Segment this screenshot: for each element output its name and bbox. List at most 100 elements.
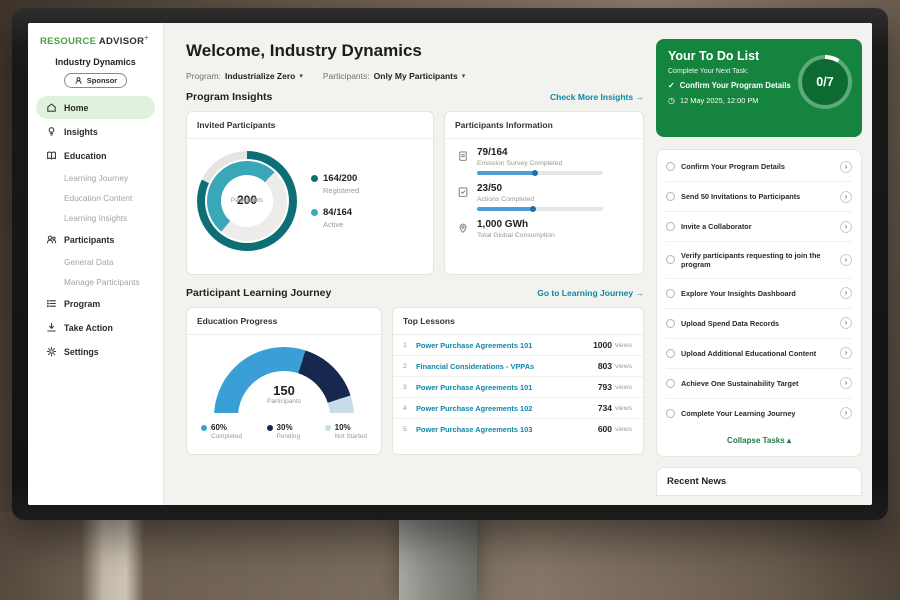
task-row[interactable]: Complete Your Learning Journey ›	[666, 399, 852, 428]
task-row[interactable]: Send 50 Invitations to Participants ›	[666, 182, 852, 212]
lesson-row[interactable]: 3 Power Purchase Agreements 101 793 view…	[393, 377, 643, 398]
chevron-right-icon[interactable]: ›	[840, 254, 852, 266]
lesson-views: 1000	[593, 340, 612, 350]
education-card-title: Education Progress	[187, 308, 381, 335]
chevron-right-icon[interactable]: ›	[840, 287, 852, 299]
monitor-bezel: RESOURCE ADVISOR+ Industry Dynamics Spon…	[12, 8, 888, 520]
go-to-learning-link[interactable]: Go to Learning Journey →	[537, 288, 644, 298]
sidebar-item-education[interactable]: Education	[36, 144, 155, 167]
task-row[interactable]: Verify participants requesting to join t…	[666, 242, 852, 279]
sidebar-item-home[interactable]: Home	[36, 96, 155, 119]
task-label: Achieve One Sustainability Target	[681, 379, 834, 388]
chevron-right-icon[interactable]: ›	[840, 407, 852, 419]
lesson-row[interactable]: 4 Power Purchase Agreements 102 734 view…	[393, 398, 643, 419]
task-row[interactable]: Invite a Collaborator ›	[666, 212, 852, 242]
filters-row: Program: Industrialize Zero ▾ Participan…	[186, 71, 644, 81]
task-checkbox[interactable]	[666, 255, 675, 264]
org-name: Industry Dynamics	[28, 57, 163, 67]
actions-value: 23/50	[477, 183, 603, 194]
sidebar-item-general-data[interactable]: General Data	[36, 252, 155, 271]
task-row[interactable]: Upload Additional Educational Content ›	[666, 339, 852, 369]
collapse-tasks-link[interactable]: Collapse Tasks ▴	[666, 428, 852, 454]
actions-progress-bar	[477, 207, 603, 211]
go-to-learning-label: Go to Learning Journey	[537, 288, 633, 298]
not-started-label: Not Started	[335, 433, 367, 440]
sidebar-item-program[interactable]: Program	[36, 292, 155, 315]
sidebar-item-learning-journey[interactable]: Learning Journey	[36, 168, 155, 187]
sidebar-item-education-content[interactable]: Education Content	[36, 188, 155, 207]
todo-progress-ring: 0/7	[798, 55, 852, 109]
completed-label: Completed	[211, 433, 242, 440]
lesson-views: 734	[598, 403, 612, 413]
sidebar-item-label: Settings	[64, 347, 99, 357]
task-row[interactable]: Achieve One Sustainability Target ›	[666, 369, 852, 399]
arrow-right-icon: →	[636, 288, 645, 298]
sidebar-item-take-action[interactable]: Take Action	[36, 316, 155, 339]
survey-progress-bar	[477, 171, 603, 175]
sponsor-badge[interactable]: Sponsor	[64, 73, 127, 88]
lesson-row[interactable]: 2 Financial Considerations - VPPAs 803 v…	[393, 356, 643, 377]
chevron-down-icon: ▾	[299, 72, 303, 80]
lesson-row[interactable]: 5 Power Purchase Agreements 103 600 view…	[393, 419, 643, 439]
lesson-link[interactable]: Power Purchase Agreements 102	[416, 404, 598, 413]
sidebar-item-settings[interactable]: Settings	[36, 340, 155, 363]
sidebar-item-label: Education Content	[64, 193, 132, 203]
chevron-right-icon[interactable]: ›	[840, 317, 852, 329]
people-icon	[46, 234, 57, 245]
participants-dropdown-label: Participants:	[323, 71, 370, 81]
invited-donut-chart: 200 Participants Invited	[197, 151, 297, 251]
lesson-views-label: views	[615, 384, 633, 391]
task-checkbox[interactable]	[666, 349, 675, 358]
lesson-link[interactable]: Power Purchase Agreements 101	[416, 383, 598, 392]
lesson-link[interactable]: Power Purchase Agreements 101	[416, 341, 593, 350]
task-label: Send 50 Invitations to Participants	[681, 192, 834, 201]
education-gauge-chart: 150 Participants	[214, 347, 354, 413]
check-more-insights-link[interactable]: Check More Insights →	[550, 92, 644, 102]
lesson-link[interactable]: Power Purchase Agreements 103	[416, 425, 598, 434]
legend-item-pending: 30% Pending	[267, 423, 300, 440]
sidebar-item-manage-participants[interactable]: Manage Participants	[36, 272, 155, 291]
chevron-right-icon[interactable]: ›	[840, 161, 852, 173]
task-checkbox[interactable]	[666, 222, 675, 231]
program-dropdown[interactable]: Program: Industrialize Zero ▾	[186, 71, 303, 81]
actions-progress-fill	[477, 207, 535, 211]
participants-dropdown[interactable]: Participants: Only My Participants ▾	[323, 71, 465, 81]
task-checkbox[interactable]	[666, 192, 675, 201]
task-checkbox[interactable]	[666, 289, 675, 298]
education-center-value: 150	[273, 384, 295, 398]
collapse-tasks-label: Collapse Tasks	[727, 436, 785, 445]
sidebar-item-label: Learning Journey	[64, 173, 128, 183]
todo-tasks-card: Confirm Your Program Details › Send 50 I…	[656, 149, 862, 457]
logo-primary: RESOURCE	[40, 36, 96, 47]
task-row[interactable]: Confirm Your Program Details ›	[666, 152, 852, 182]
participants-information-card: Participants Information 79/164 Emission…	[444, 111, 644, 275]
sidebar-item-participants[interactable]: Participants	[36, 228, 155, 251]
pending-value: 30%	[277, 423, 293, 432]
task-checkbox[interactable]	[666, 319, 675, 328]
chevron-right-icon[interactable]: ›	[840, 191, 852, 203]
lesson-rank: 5	[403, 426, 416, 433]
lesson-rank: 2	[403, 363, 416, 370]
task-checkbox[interactable]	[666, 379, 675, 388]
sidebar-item-learning-insights[interactable]: Learning Insights	[36, 208, 155, 227]
lesson-views: 803	[598, 361, 612, 371]
invited-center-label: Invited	[238, 197, 256, 205]
task-row[interactable]: Explore Your Insights Dashboard ›	[666, 279, 852, 309]
chevron-right-icon[interactable]: ›	[840, 347, 852, 359]
task-checkbox[interactable]	[666, 409, 675, 418]
lesson-link[interactable]: Financial Considerations - VPPAs	[416, 362, 598, 371]
invited-card-title: Invited Participants	[187, 112, 433, 139]
chevron-right-icon[interactable]: ›	[840, 221, 852, 233]
lesson-row[interactable]: 1 Power Purchase Agreements 101 1000 vie…	[393, 335, 643, 356]
learning-cards-row: Education Progress 150 Participants	[186, 307, 644, 455]
task-checkbox[interactable]	[666, 162, 675, 171]
active-label: Active	[323, 220, 359, 229]
task-row[interactable]: Upload Spend Data Records ›	[666, 309, 852, 339]
invited-participants-card: Invited Participants 200 Participants	[186, 111, 434, 275]
lessons-card-title: Top Lessons	[393, 308, 643, 335]
content-area: Welcome, Industry Dynamics Program: Indu…	[164, 23, 872, 505]
sidebar-item-insights[interactable]: Insights	[36, 120, 155, 143]
survey-value: 79/164	[477, 147, 603, 158]
chevron-right-icon[interactable]: ›	[840, 377, 852, 389]
sidebar-nav: Home Insights Education Learning Journey	[28, 96, 163, 363]
